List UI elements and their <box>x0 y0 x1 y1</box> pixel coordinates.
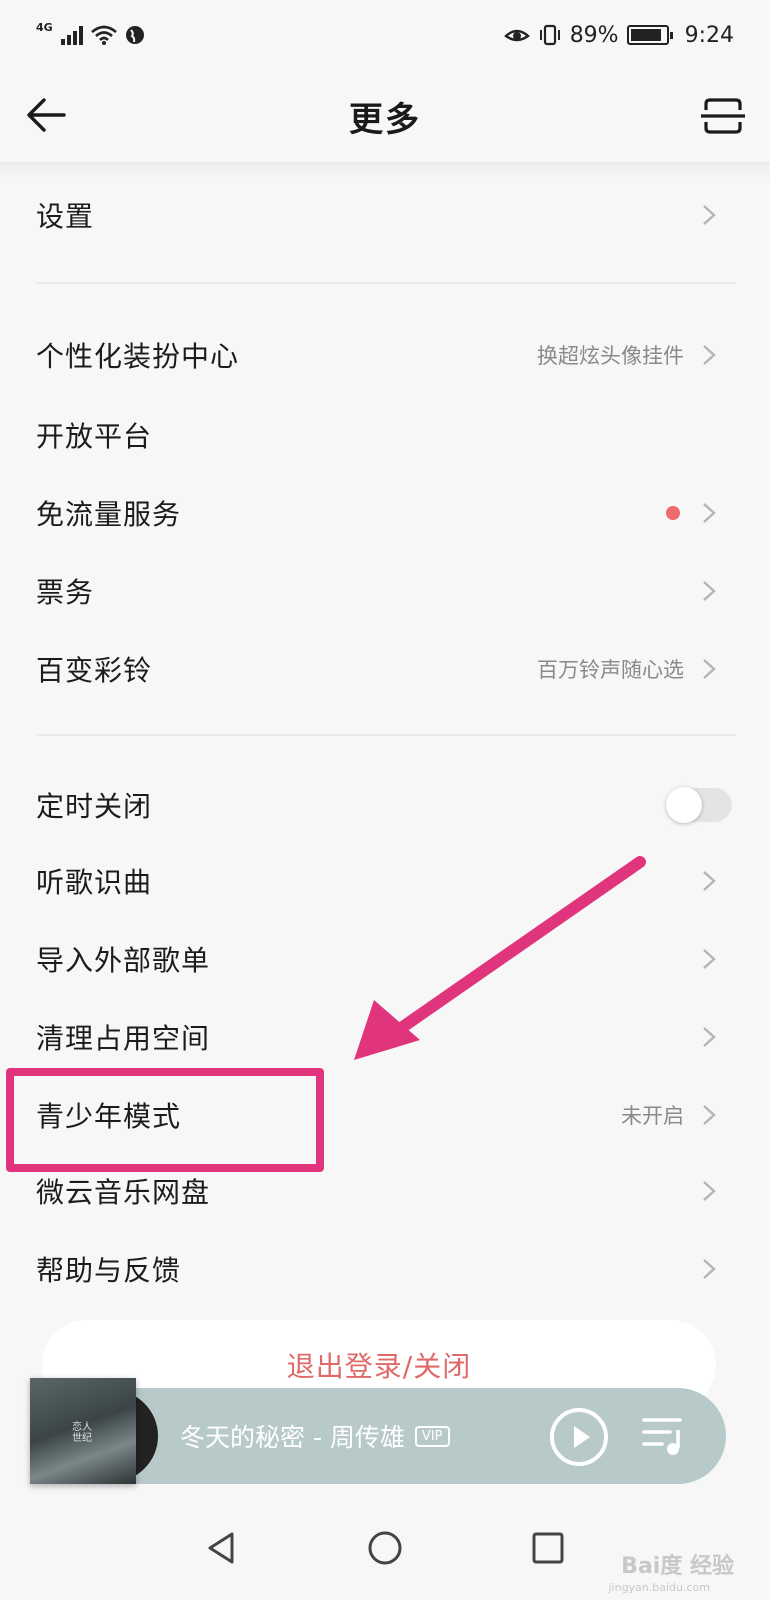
chevron-right-icon <box>703 581 716 601</box>
annotation-arrow-icon <box>354 856 646 1060</box>
menu-label: 帮助与反馈 <box>36 1254 182 1287</box>
chevron-right-icon <box>703 949 716 969</box>
menu-label: 个性化装扮中心 <box>36 340 240 373</box>
menu-subtext: 未开启 <box>621 1104 684 1128</box>
annotation-highlight-box <box>6 1068 324 1172</box>
menu-item-ringtone[interactable]: 百变彩铃 百万铃声随心选 <box>0 630 770 708</box>
play-button[interactable] <box>550 1408 608 1466</box>
menu-label: 百变彩铃 <box>36 654 153 687</box>
chevron-right-icon <box>703 503 716 523</box>
menu-item-settings[interactable]: 设置 <box>0 176 770 254</box>
menu-label: 票务 <box>36 576 95 609</box>
chevron-right-icon <box>703 1181 716 1201</box>
song-title: 冬天的秘密 - 周传雄 <box>180 1423 405 1452</box>
globe-icon <box>125 26 144 44</box>
menu-item-sleep-timer[interactable]: 定时关闭 <box>0 766 770 844</box>
chevron-right-icon <box>703 1259 716 1279</box>
eye-comfort-icon <box>503 29 530 42</box>
nav-recents-icon[interactable] <box>528 1528 568 1568</box>
menu-label: 开放平台 <box>36 420 153 453</box>
watermark-url: jingyan.baidu.com <box>608 1581 710 1594</box>
clock: 9:24 <box>684 22 734 48</box>
battery-percent: 89% <box>569 22 619 48</box>
vibrate-icon <box>539 24 560 46</box>
network-type: 4G <box>36 20 53 34</box>
chevron-right-icon <box>703 205 716 225</box>
chevron-right-icon <box>703 1105 716 1125</box>
menu-label: 清理占用空间 <box>36 1022 211 1055</box>
toggle-knob <box>666 787 702 823</box>
status-bar: 4G 89% 9:24 <box>0 0 770 70</box>
menu-label: 导入外部歌单 <box>36 944 211 977</box>
vip-badge: VIP <box>414 1425 450 1447</box>
page-title: 更多 <box>349 99 421 140</box>
nav-home-icon[interactable] <box>365 1528 405 1568</box>
menu-label: 定时关闭 <box>36 790 153 823</box>
nav-back-icon[interactable] <box>202 1528 242 1568</box>
section-divider <box>36 734 736 736</box>
wifi-icon <box>90 25 117 45</box>
status-left: 4G <box>36 21 145 45</box>
status-right: 89% 9:24 <box>503 22 734 48</box>
menu-item-free-data[interactable]: 免流量服务 <box>0 474 770 552</box>
chevron-right-icon <box>703 345 716 365</box>
signal-icon <box>60 25 83 45</box>
song-info[interactable]: 冬天的秘密 - 周传雄 VIP <box>180 1418 450 1454</box>
chevron-right-icon <box>703 871 716 891</box>
menu-subtext: 换超炫头像挂件 <box>537 344 684 368</box>
watermark-brand: Bai度 经验 <box>621 1554 734 1579</box>
play-icon <box>574 1426 590 1448</box>
sleep-timer-toggle[interactable] <box>666 787 732 823</box>
album-art-text: 恋人 世纪 <box>72 1422 92 1444</box>
section-divider <box>36 282 736 284</box>
playlist-icon[interactable] <box>640 1414 690 1458</box>
chevron-right-icon <box>703 1027 716 1047</box>
menu-item-tickets[interactable]: 票务 <box>0 552 770 630</box>
menu-item-personalize[interactable]: 个性化装扮中心 换超炫头像挂件 <box>0 316 770 394</box>
battery-icon <box>626 25 673 45</box>
menu-label: 免流量服务 <box>36 498 182 531</box>
menu-label: 设置 <box>36 200 95 233</box>
scan-icon[interactable] <box>700 96 746 136</box>
menu-item-open-platform[interactable]: 开放平台 <box>0 396 770 474</box>
menu-item-help[interactable]: 帮助与反馈 <box>0 1230 770 1308</box>
menu-label: 微云音乐网盘 <box>36 1176 211 1209</box>
menu-label: 听歌识曲 <box>36 866 153 899</box>
notification-dot <box>666 506 680 520</box>
back-arrow-icon[interactable] <box>24 92 70 138</box>
menu-subtext: 百万铃声随心选 <box>537 658 684 682</box>
header: 更多 <box>0 70 770 162</box>
chevron-right-icon <box>703 659 716 679</box>
